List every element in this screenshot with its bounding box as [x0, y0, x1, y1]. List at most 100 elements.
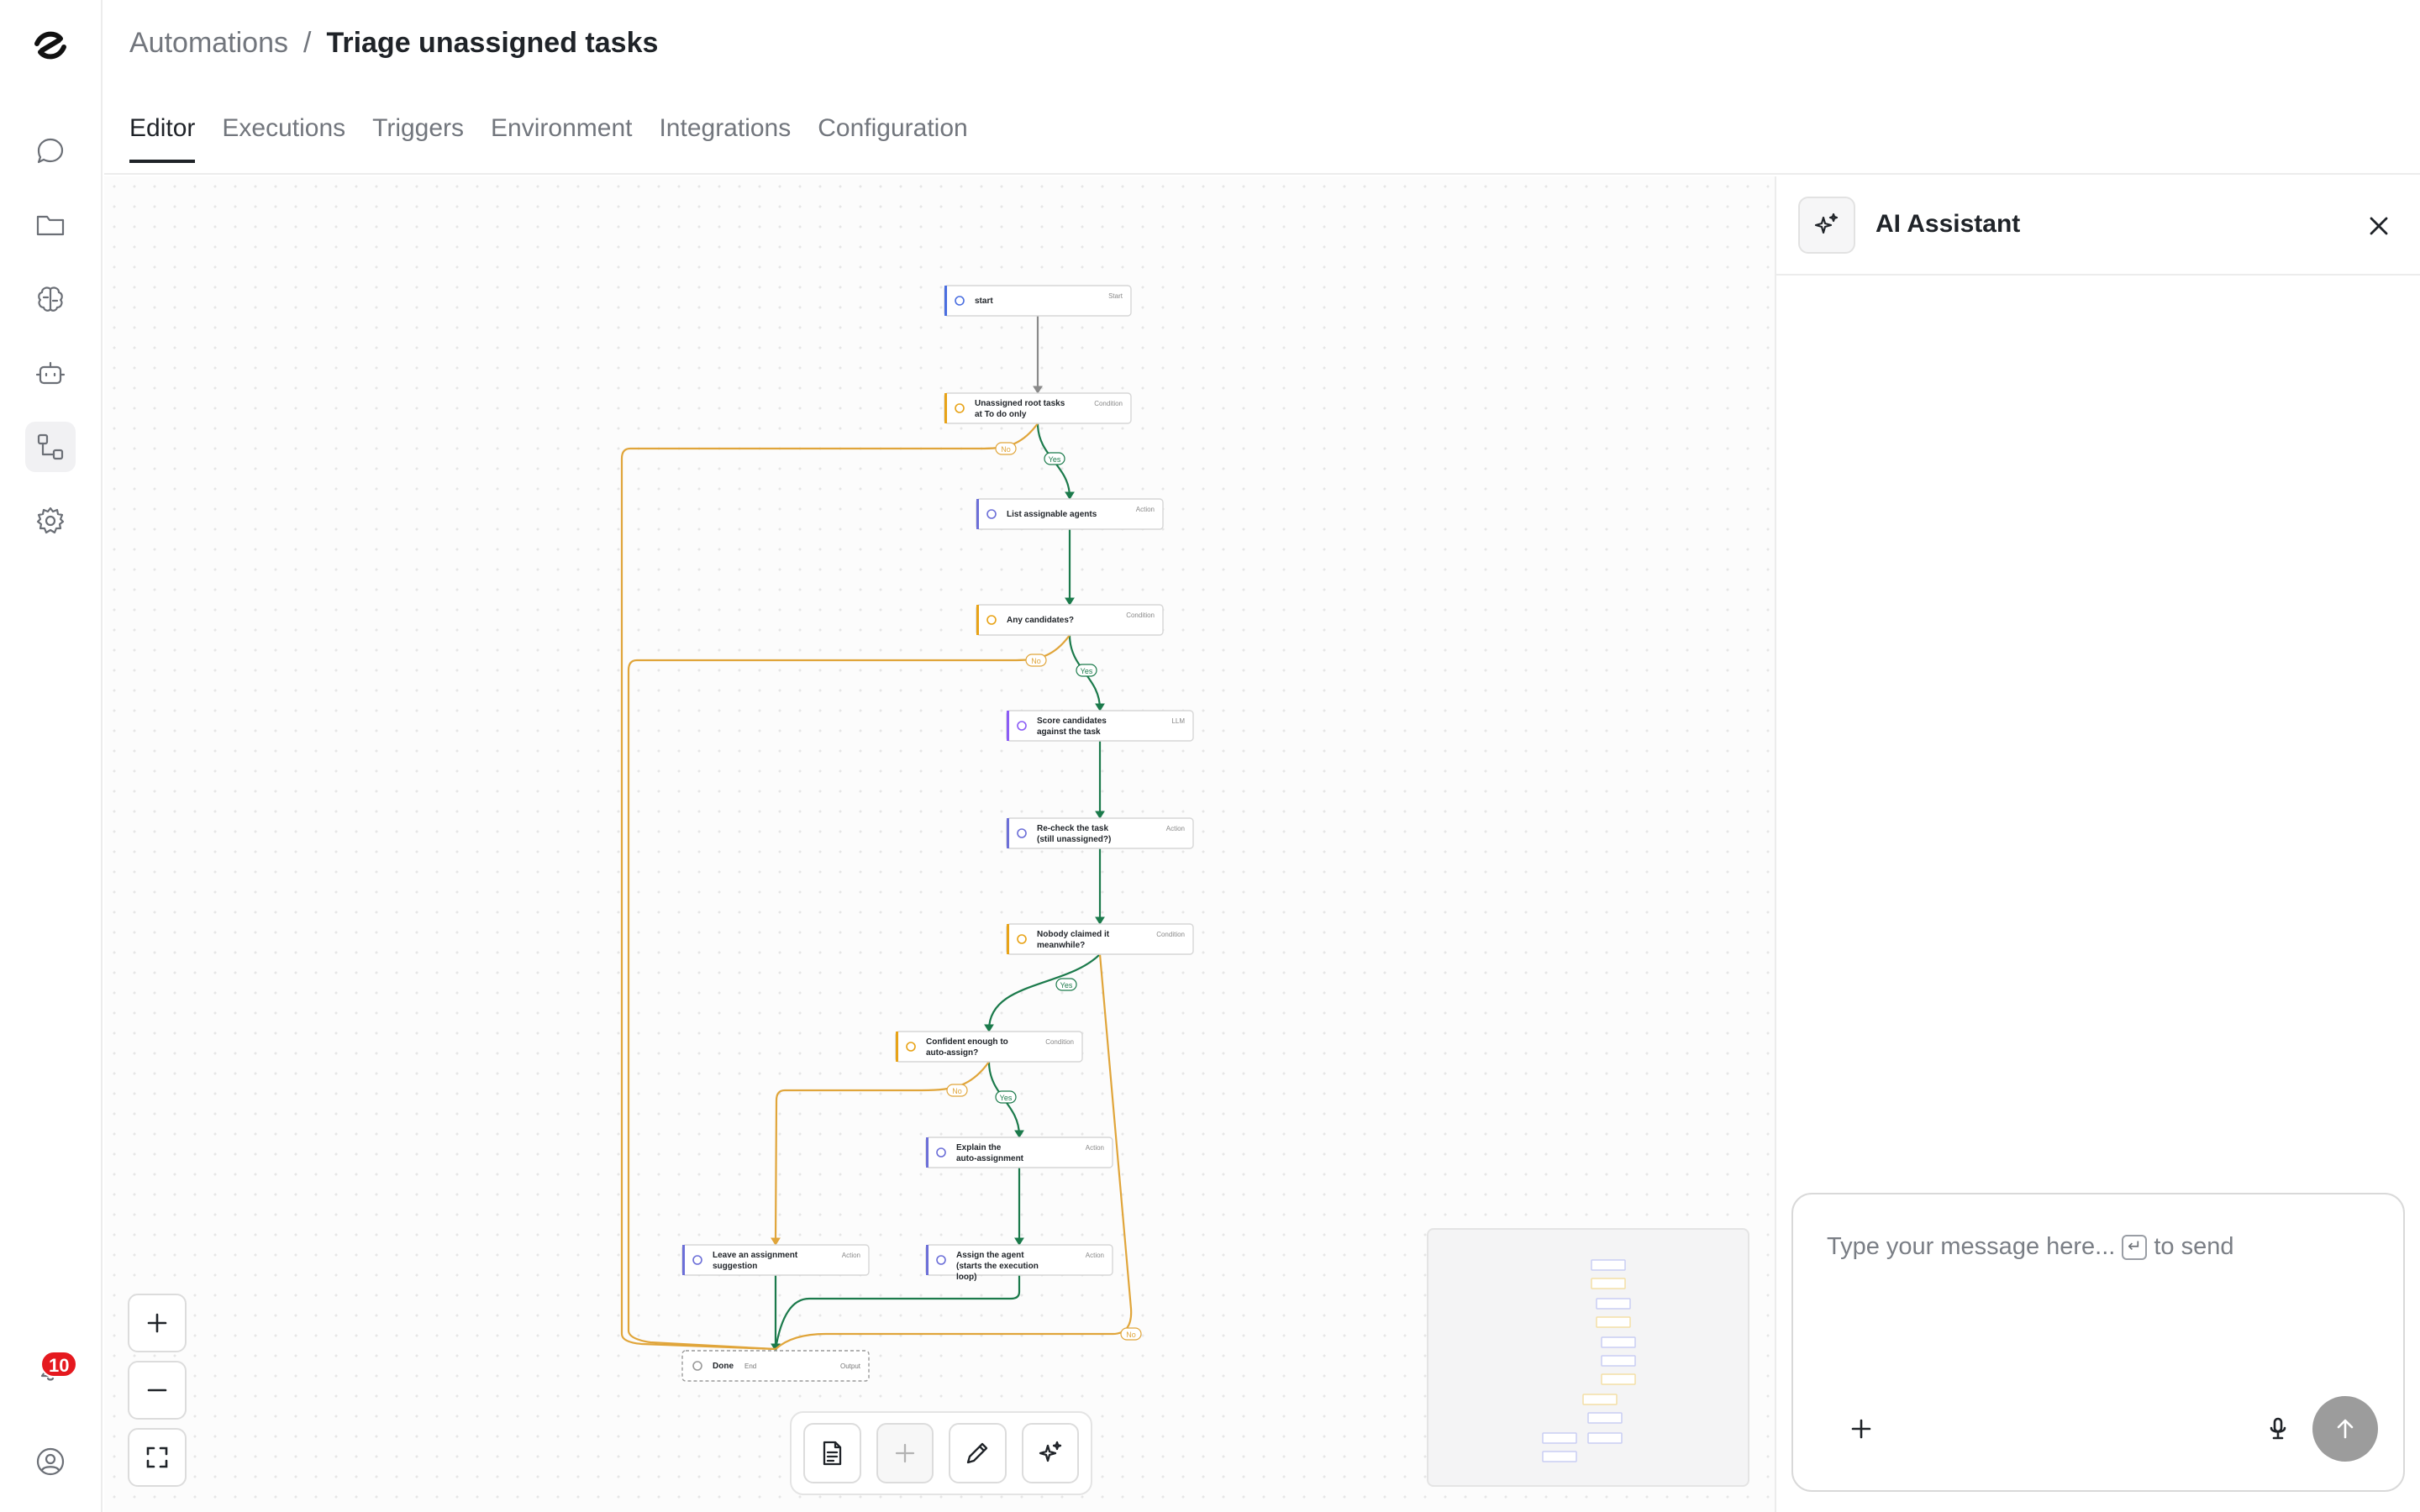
- workflow-node-title: (still unassigned?): [1037, 835, 1111, 844]
- minimap-node-done: [1542, 1451, 1577, 1462]
- app-logo-icon[interactable]: [30, 25, 71, 66]
- attach-plus-icon[interactable]: [1847, 1415, 1876, 1443]
- page-title: Triage unassigned tasks: [326, 27, 659, 59]
- workflow-node-title: Unassigned root tasks: [975, 399, 1065, 408]
- message-composer[interactable]: Type your message here... ↵ to send: [1791, 1193, 2405, 1492]
- workflow-node-n4[interactable]: Score candidatesagainst the task LLM: [1006, 710, 1194, 742]
- workflow-node-n6[interactable]: Nobody claimed it meanwhile? Condition: [1006, 923, 1194, 955]
- edge-label-no: No: [1025, 654, 1047, 667]
- user-profile-button[interactable]: [25, 1436, 76, 1487]
- workflow-node-n8[interactable]: Explain the auto-assignment Action: [925, 1137, 1113, 1168]
- ai-assistant-icon: [1798, 197, 1855, 254]
- edge-n10-done[interactable]: [774, 1275, 1021, 1350]
- ai-assistant-panel: AI Assistant Type your message here... ↵…: [1775, 176, 2420, 1512]
- svg-text:Yes: Yes: [1000, 1094, 1013, 1102]
- fit-view-button[interactable]: [128, 1428, 187, 1487]
- workflow-node-title: start: [975, 297, 993, 306]
- minimap-graph: [1542, 1259, 1636, 1462]
- tab-configuration[interactable]: Configuration: [818, 114, 967, 161]
- workflow-node-type: Condition: [1126, 612, 1155, 619]
- workflow-node-title: Any candidates?: [1007, 616, 1074, 625]
- workflow-node-title: List assignable agents: [1007, 510, 1097, 519]
- plus-icon: [147, 1313, 167, 1333]
- workflow-node-title: meanwhile?: [1037, 941, 1085, 950]
- document-button[interactable]: [803, 1423, 861, 1483]
- workflow-node-n7[interactable]: Confident enough toauto-assign? Condition: [895, 1031, 1083, 1063]
- workflow-node-title: Leave an assignment: [713, 1251, 798, 1260]
- message-input[interactable]: Type your message here... ↵ to send: [1827, 1233, 2233, 1261]
- workflow-node-output: Output: [840, 1362, 861, 1370]
- close-panel-button[interactable]: [2365, 212, 2393, 240]
- edge-label-no: No: [1120, 1327, 1142, 1341]
- workflow-node-n3[interactable]: Any candidates? Condition: [976, 604, 1164, 636]
- notification-count-badge: 10: [40, 1351, 78, 1378]
- edge-arrowhead: [1065, 597, 1075, 606]
- sparkles-icon: [1814, 213, 1839, 234]
- workflow-node-type: End: [744, 1362, 756, 1370]
- edge-arrowhead: [1065, 491, 1075, 500]
- edge-label-yes: Yes: [1076, 664, 1097, 677]
- workflow-node-n1[interactable]: Unassigned root tasks at To do only Condit…: [944, 392, 1132, 424]
- workflow-node-title: Explain the: [956, 1143, 1002, 1152]
- workflow-node-title: against the task: [1037, 727, 1101, 737]
- svg-text:Yes: Yes: [1049, 455, 1061, 464]
- minimap[interactable]: [1427, 1228, 1749, 1487]
- edge-n6-n7-yes[interactable]: [987, 953, 1101, 1031]
- tab-integrations[interactable]: Integrations: [659, 114, 791, 161]
- zoom-in-button[interactable]: [128, 1294, 187, 1352]
- edge-arrowhead: [1095, 703, 1105, 711]
- chat-bubble-icon: [37, 138, 64, 164]
- sidebar-item-knowledge[interactable]: [25, 274, 76, 324]
- tab-executions[interactable]: Executions: [222, 114, 345, 161]
- workflow-node-type: Action: [1136, 506, 1155, 513]
- enter-key-icon: ↵: [2122, 1234, 2148, 1260]
- sidebar-item-settings[interactable]: [25, 496, 76, 546]
- edge-arrowhead: [771, 1237, 781, 1246]
- svg-text:No: No: [1126, 1331, 1136, 1339]
- svg-text:No: No: [1001, 445, 1011, 454]
- workflow-node-n2[interactable]: List assignable agents Action: [976, 498, 1164, 530]
- workflow-node-title: Done: [713, 1362, 734, 1371]
- workflow-node-n5[interactable]: Re-check the task (still unassigned?) Acti…: [1006, 817, 1194, 849]
- workflow-node-title: auto-assign?: [926, 1048, 978, 1058]
- folder-icon: [36, 215, 65, 236]
- breadcrumb-separator: /: [303, 27, 312, 59]
- workflow-node-title: Nobody claimed it: [1037, 930, 1110, 939]
- canvas-toolbar: [790, 1411, 1092, 1495]
- breadcrumb-automations-link[interactable]: Automations: [129, 27, 288, 60]
- left-sidebar: 10: [0, 0, 103, 1512]
- sidebar-item-automations[interactable]: [25, 422, 76, 472]
- workflow-node-title: suggestion: [713, 1262, 757, 1271]
- workflow-node-n9[interactable]: Leave an assignment suggestion Action: [681, 1244, 870, 1276]
- workflow-node-title: auto-assignment: [956, 1154, 1024, 1163]
- add-node-button[interactable]: [876, 1423, 934, 1483]
- workflow-canvas[interactable]: Yes Yes Yes Yes No No No No start Start Unassigned…: [104, 176, 1775, 1512]
- edge-n3-done-no[interactable]: [627, 634, 1071, 1351]
- edge-arrowhead: [1095, 916, 1105, 925]
- edit-button[interactable]: [949, 1423, 1007, 1483]
- svg-text:No: No: [1031, 657, 1041, 665]
- tab-triggers[interactable]: Triggers: [372, 114, 464, 161]
- microphone-icon[interactable]: [2264, 1415, 2292, 1443]
- edge-n1-done-no[interactable]: [620, 423, 1039, 1351]
- workflow-node-title: loop): [956, 1273, 976, 1282]
- workflow-node-start[interactable]: start Start: [944, 285, 1132, 317]
- minimap-node-n10: [1587, 1432, 1623, 1444]
- edge-label-yes: Yes: [1055, 978, 1077, 991]
- tab-environment[interactable]: Environment: [491, 114, 632, 161]
- sidebar-item-chat[interactable]: [25, 126, 76, 176]
- tab-editor[interactable]: Editor: [129, 114, 196, 163]
- minimap-node-n8: [1587, 1412, 1623, 1424]
- sidebar-item-agents[interactable]: [25, 348, 76, 398]
- send-button[interactable]: [2312, 1396, 2378, 1462]
- minimap-node-n1: [1591, 1278, 1626, 1289]
- zoom-out-button[interactable]: [128, 1361, 187, 1420]
- gear-icon: [36, 507, 65, 534]
- sidebar-item-files[interactable]: [25, 200, 76, 250]
- svg-text:No: No: [952, 1087, 962, 1095]
- workflow-node-done[interactable]: Done End Output: [681, 1350, 870, 1382]
- svg-text:Yes: Yes: [1081, 667, 1093, 675]
- workflow-node-type: Action: [1086, 1144, 1104, 1152]
- workflow-icon: [37, 433, 64, 460]
- ai-assist-button[interactable]: [1021, 1423, 1079, 1483]
